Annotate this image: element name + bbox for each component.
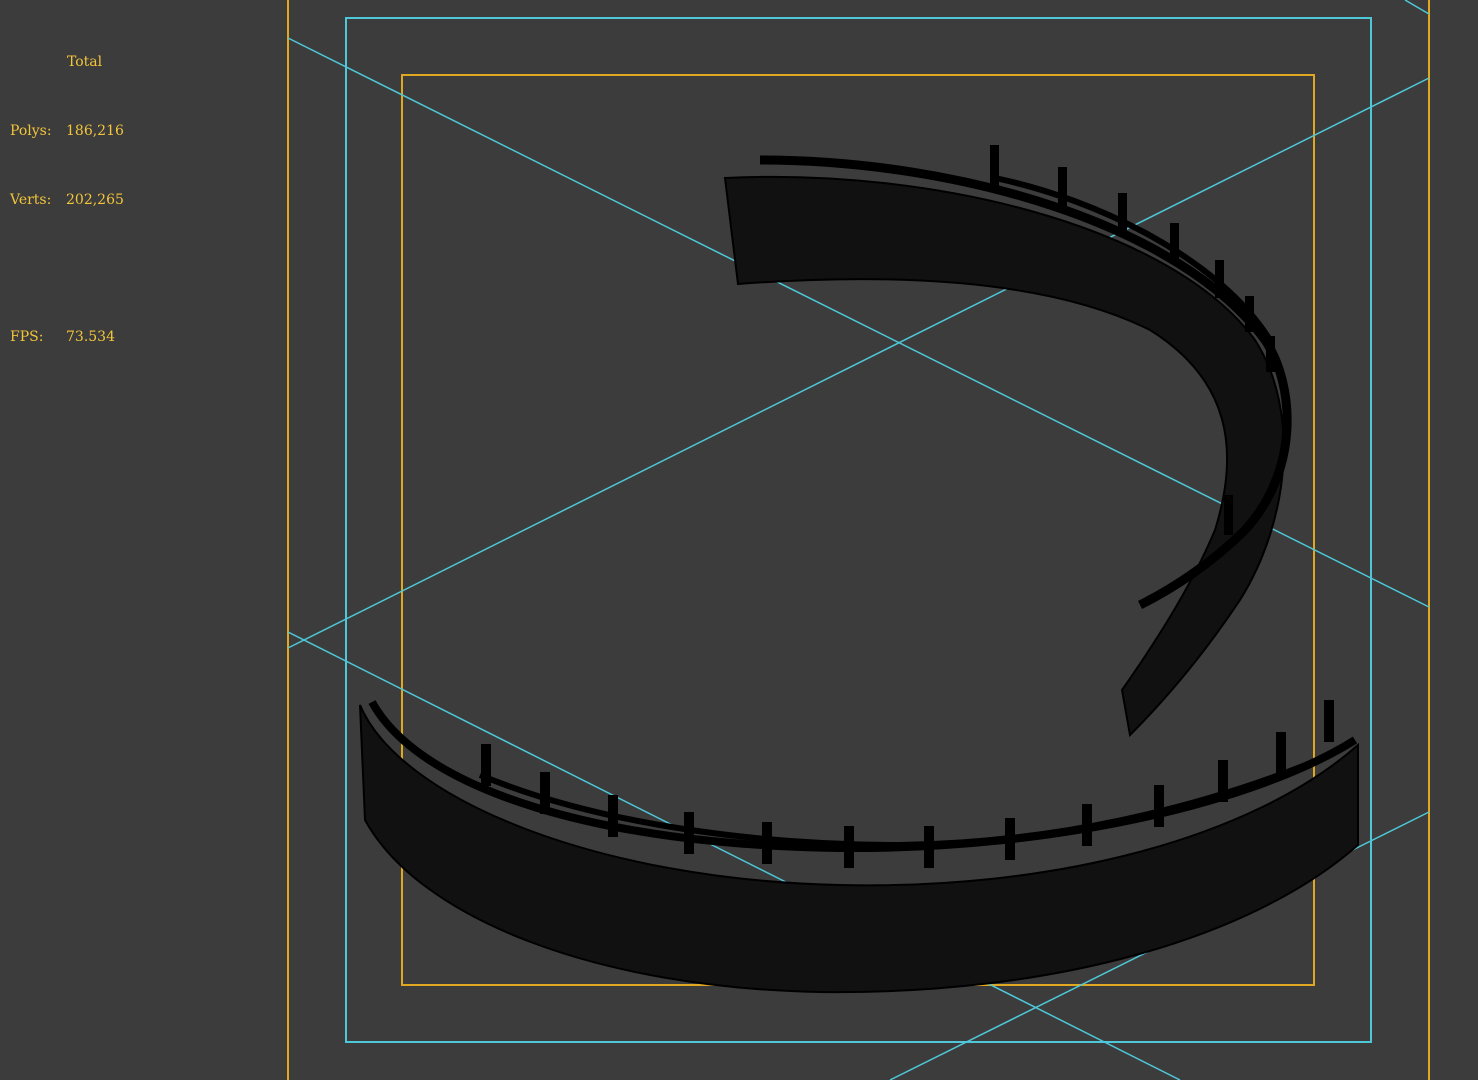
stats-title: Total <box>67 54 103 70</box>
railing-upper-wall <box>723 175 1285 738</box>
viewport-statistics: Total Polys: 186,216 Verts: 202,265 FPS: 73… <box>10 5 124 372</box>
stats-polys-row: Polys: 186,216 <box>10 120 124 143</box>
railing-upper[interactable] <box>723 145 1292 738</box>
stats-verts-row: Verts: 202,265 <box>10 189 124 212</box>
verts-label: Verts: <box>10 192 52 208</box>
verts-value: 202,265 <box>66 192 124 208</box>
polys-label: Polys: <box>10 123 52 139</box>
viewport-3d[interactable] <box>0 0 1478 1080</box>
stats-fps-row: FPS: 73.534 <box>10 326 124 349</box>
fps-label: FPS: <box>10 329 44 345</box>
fps-value: 73.534 <box>66 329 115 345</box>
guide-line-5 <box>1404 0 1430 15</box>
polys-value: 186,216 <box>66 123 124 139</box>
